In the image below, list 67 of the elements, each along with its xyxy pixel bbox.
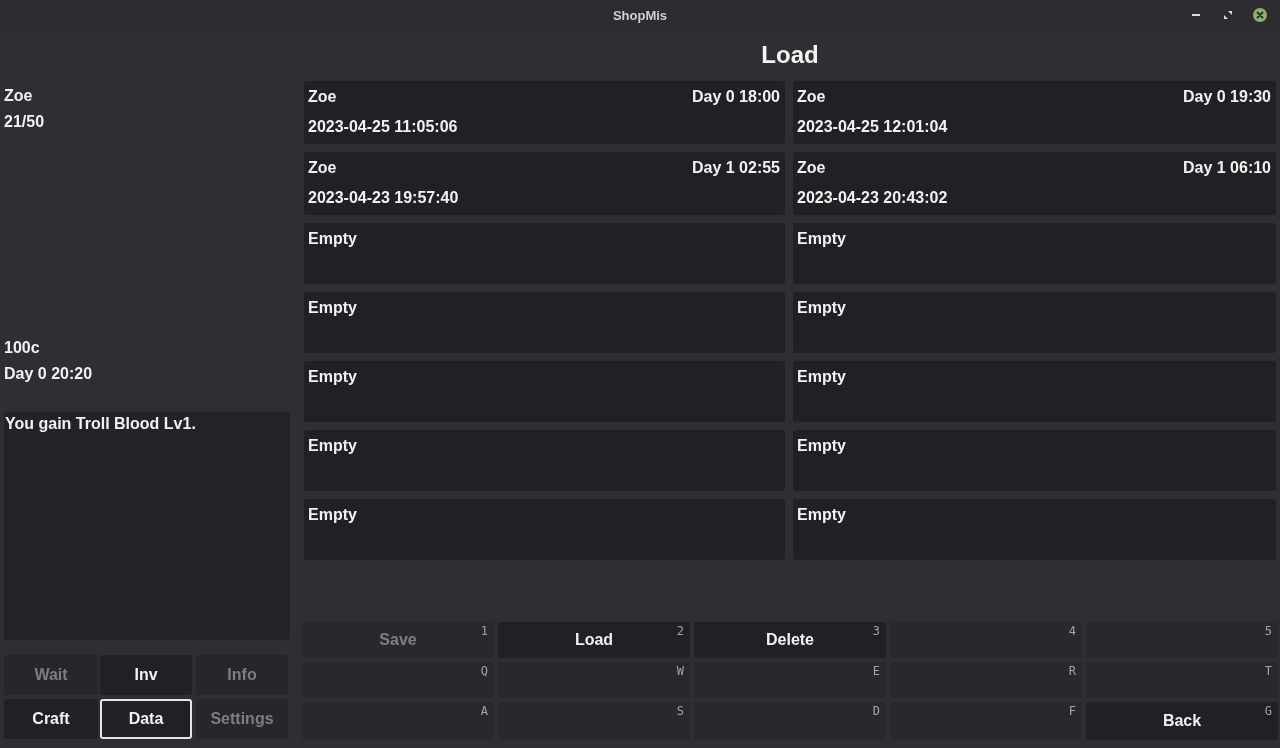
shortcut-key: A: [480, 704, 488, 718]
character-name: Zoe: [308, 158, 337, 178]
action-button[interactable]: T: [1086, 662, 1278, 698]
menu-button[interactable]: Craft: [4, 699, 98, 739]
menu-button[interactable]: Inv: [100, 655, 192, 695]
action-button[interactable]: W: [498, 662, 690, 698]
close-icon[interactable]: [1253, 8, 1267, 22]
shortcut-key: G: [1264, 704, 1272, 718]
empty-slot[interactable]: Empty: [304, 223, 785, 284]
empty-slot[interactable]: Empty: [304, 499, 785, 560]
action-button[interactable]: F: [890, 702, 1082, 740]
shortcut-key: Q: [480, 664, 488, 678]
empty-slot[interactable]: Empty: [793, 430, 1276, 491]
restore-icon[interactable]: [1224, 11, 1232, 19]
save-slot[interactable]: Zoe Day 0 19:30 2023-04-25 12:01:04: [793, 81, 1276, 144]
empty-slot[interactable]: Empty: [793, 499, 1276, 560]
panel-title: Load: [761, 41, 819, 68]
shortcut-key: 3: [872, 624, 880, 638]
game-time: Day 0 18:00: [691, 87, 780, 107]
money-amount: 100c: [4, 338, 40, 358]
window-title: ShopMis: [612, 7, 668, 23]
action-button[interactable]: A: [302, 702, 494, 740]
action-button[interactable]: D: [694, 702, 886, 740]
health-counter: 21/50: [4, 112, 45, 132]
shortcut-key: 4: [1068, 624, 1076, 638]
saved-date: 2023-04-25 11:05:06: [308, 117, 458, 137]
game-time: Day 0 19:30: [1182, 87, 1271, 107]
empty-slot[interactable]: Empty: [793, 223, 1276, 284]
saved-date: 2023-04-23 19:57:40: [308, 188, 459, 208]
action-button[interactable]: R: [890, 662, 1082, 698]
menu-button[interactable]: Data: [100, 699, 192, 739]
action-button[interactable]: 4: [890, 622, 1082, 658]
shortcut-key: F: [1068, 704, 1076, 718]
game-time: Day 1 02:55: [691, 158, 780, 178]
shortcut-key: W: [676, 664, 684, 678]
game-clock: Day 0 20:20: [4, 364, 93, 384]
shortcut-key: 1: [480, 624, 488, 638]
action-button[interactable]: Q: [302, 662, 494, 698]
character-name: Zoe: [308, 87, 337, 107]
saved-date: 2023-04-23 20:43:02: [797, 188, 948, 208]
shortcut-key: S: [676, 704, 684, 718]
empty-slot[interactable]: Empty: [304, 292, 785, 353]
shortcut-key: E: [872, 664, 880, 678]
action-button[interactable]: Back G: [1086, 702, 1278, 740]
shortcut-key: D: [872, 704, 880, 718]
shortcut-key: 2: [676, 624, 684, 638]
action-button[interactable]: Load 2: [498, 622, 690, 658]
character-name: Zoe: [797, 87, 826, 107]
action-button[interactable]: S: [498, 702, 690, 740]
game-time: Day 1 06:10: [1182, 158, 1271, 178]
log-message: You gain Troll Blood Lv1.: [5, 414, 196, 434]
empty-slot[interactable]: Empty: [793, 361, 1276, 422]
empty-slot[interactable]: Empty: [304, 361, 785, 422]
save-slot[interactable]: Zoe Day 0 18:00 2023-04-25 11:05:06: [304, 81, 785, 144]
character-name: Zoe: [797, 158, 826, 178]
empty-slot[interactable]: Empty: [793, 292, 1276, 353]
shortcut-key: R: [1068, 664, 1076, 678]
save-slot[interactable]: Zoe Day 1 02:55 2023-04-23 19:57:40: [304, 152, 785, 215]
saved-date: 2023-04-25 12:01:04: [797, 117, 948, 137]
character-name: Zoe: [4, 86, 33, 106]
empty-slot[interactable]: Empty: [304, 430, 785, 491]
action-button[interactable]: 5: [1086, 622, 1278, 658]
action-button[interactable]: Delete 3: [694, 622, 886, 658]
save-slot[interactable]: Zoe Day 1 06:10 2023-04-23 20:43:02: [793, 152, 1276, 215]
action-button[interactable]: E: [694, 662, 886, 698]
shortcut-key: T: [1264, 664, 1272, 678]
shortcut-key: 5: [1264, 624, 1272, 638]
